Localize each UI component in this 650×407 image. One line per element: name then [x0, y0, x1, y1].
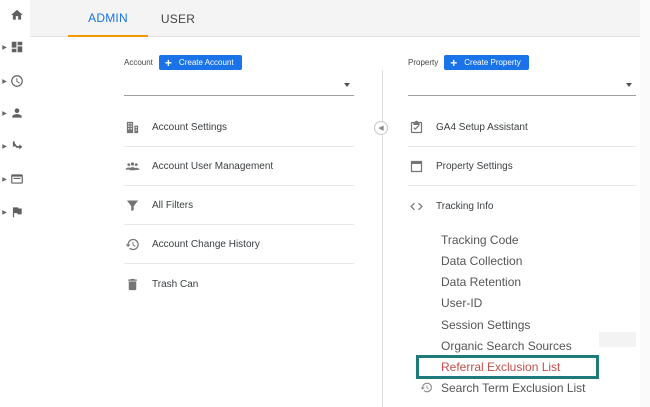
account-column-header: Account + Create Account [124, 55, 242, 70]
menu-item-label: Account User Management [152, 161, 274, 172]
expand-caret-icon: ▶ [2, 208, 7, 216]
subitem-session-settings[interactable]: Session Settings [441, 316, 530, 334]
rail-item-customization[interactable]: ▶ [0, 36, 30, 58]
rail-item-acquisition[interactable]: ▶ [0, 135, 30, 157]
building-icon [124, 120, 140, 136]
property-selector[interactable] [408, 79, 636, 96]
trash-icon [124, 276, 140, 292]
collapse-column-button[interactable]: ◀ [374, 121, 388, 135]
menu-item-label: Trash Can [152, 278, 199, 290]
subitem-search-term-exclusion-list[interactable]: Search Term Exclusion List [441, 379, 586, 397]
property-label: Property [408, 58, 439, 67]
subitem-user-id[interactable]: User-ID [441, 294, 482, 312]
menu-item-property-settings[interactable]: Property Settings [408, 148, 636, 186]
account-selector[interactable] [124, 79, 354, 96]
rail-item-conversions[interactable]: ▶ [0, 201, 30, 223]
menu-item-label: GA4 Setup Assistant [436, 122, 528, 133]
menu-item-label: All Filters [152, 200, 194, 211]
dashboard-icon [9, 39, 25, 55]
rail-item-realtime[interactable]: ▶ [0, 70, 30, 92]
rail-item-home[interactable] [0, 4, 30, 26]
menu-item-ga4-setup-assistant[interactable]: GA4 Setup Assistant [408, 109, 636, 147]
acquisition-icon [9, 138, 25, 154]
expand-caret-icon: ▶ [2, 43, 7, 51]
property-column-header: Property + Create Property [408, 55, 529, 70]
menu-item-all-filters[interactable]: All Filters [124, 187, 354, 225]
home-icon [9, 7, 25, 23]
users-icon [124, 159, 140, 175]
subitem-data-collection[interactable]: Data Collection [441, 252, 522, 270]
page-edge [640, 0, 650, 407]
left-nav-rail: ▶ ▶ ▶ ▶ ▶ ▶ [0, 0, 30, 407]
dropdown-caret-icon [344, 83, 350, 87]
expand-caret-icon: ▶ [2, 142, 7, 150]
create-account-button[interactable]: + Create Account [158, 55, 242, 70]
menu-item-account-user-management[interactable]: Account User Management [124, 148, 354, 186]
menu-item-tracking-info[interactable]: Tracking Info [408, 187, 636, 225]
expand-caret-icon: ▶ [2, 109, 7, 117]
history-icon [124, 237, 140, 253]
code-icon [408, 198, 424, 214]
menu-item-account-settings[interactable]: Account Settings [124, 109, 354, 147]
expand-caret-icon: ▶ [2, 175, 7, 183]
tab-admin[interactable]: ADMIN [68, 0, 148, 37]
history-icon [420, 381, 433, 394]
rail-item-behavior[interactable]: ▶ [0, 168, 30, 190]
plus-icon: + [450, 55, 458, 70]
clock-icon [9, 73, 25, 89]
person-icon [9, 105, 25, 121]
rail-item-audience[interactable]: ▶ [0, 102, 30, 124]
behavior-icon [9, 171, 25, 187]
collapse-icon: ◀ [378, 124, 384, 132]
menu-item-label: Account Settings [152, 122, 228, 133]
menu-item-label: Account Change History [152, 239, 260, 250]
subitem-data-retention[interactable]: Data Retention [441, 273, 521, 291]
menu-item-trash-can[interactable]: Trash Can [124, 265, 354, 303]
subitem-tracking-code[interactable]: Tracking Code [441, 231, 519, 249]
create-account-label: Create Account [178, 58, 234, 67]
admin-tabs-bar: ADMIN USER [30, 0, 640, 37]
placeholder-block [599, 332, 636, 347]
create-property-button[interactable]: + Create Property [444, 55, 529, 70]
plus-icon: + [164, 55, 172, 70]
expand-caret-icon: ▶ [2, 77, 7, 85]
checklist-icon [408, 120, 424, 136]
highlight-frame [416, 355, 599, 379]
filter-icon [124, 198, 140, 214]
account-label: Account [124, 58, 153, 67]
menu-item-label: Tracking Info [436, 200, 494, 212]
tab-user[interactable]: USER [148, 0, 208, 37]
menu-item-label: Property Settings [436, 161, 513, 172]
window-icon [408, 159, 424, 175]
menu-item-account-change-history[interactable]: Account Change History [124, 226, 354, 264]
flag-icon [9, 204, 25, 220]
subitem-organic-search-sources[interactable]: Organic Search Sources [441, 337, 572, 355]
dropdown-caret-icon [626, 83, 632, 87]
create-property-label: Create Property [464, 58, 521, 67]
